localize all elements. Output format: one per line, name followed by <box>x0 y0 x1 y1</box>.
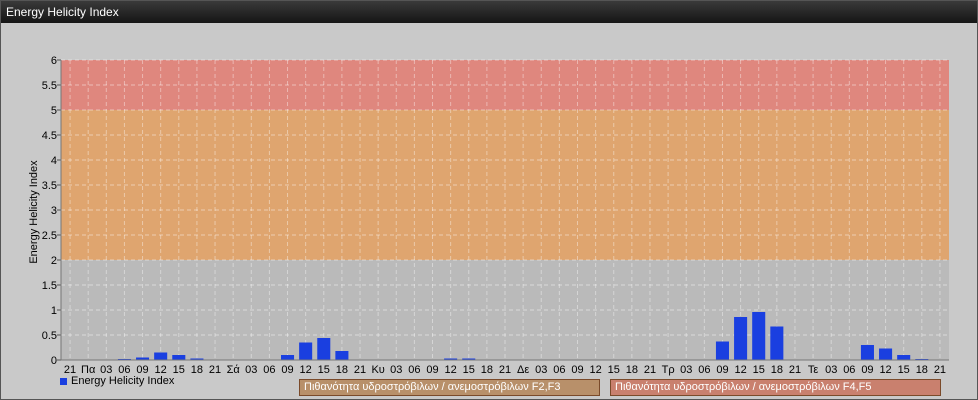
y-tick-label: 1 <box>51 305 57 317</box>
x-tick-label: 03 <box>680 364 692 376</box>
x-tick-label: 03 <box>390 364 402 376</box>
x-tick-label: 21 <box>934 364 946 376</box>
x-tick-label: Σά <box>227 364 241 376</box>
bar <box>317 338 331 360</box>
y-tick-label: 3 <box>51 205 57 217</box>
bar <box>752 312 766 360</box>
x-tick-label: 03 <box>825 364 837 376</box>
x-tick-label: 21 <box>209 364 221 376</box>
x-tick-label: 09 <box>281 364 293 376</box>
x-tick-label: 09 <box>426 364 438 376</box>
x-tick-label: 12 <box>300 364 312 376</box>
x-tick-label: 18 <box>916 364 928 376</box>
legend-label: Energy Helicity Index <box>71 375 175 387</box>
x-tick-label: 15 <box>173 364 185 376</box>
x-tick-label: Κυ <box>371 364 384 376</box>
x-tick-label: 15 <box>608 364 620 376</box>
x-tick-label: 09 <box>571 364 583 376</box>
band-label-f4-f5[interactable]: Πιθανότητα υδροστρόβιλων / ανεμοστρόβιλω… <box>610 379 941 396</box>
x-tick-label: 03 <box>245 364 257 376</box>
x-tick-label: 18 <box>336 364 348 376</box>
x-tick-label: 12 <box>879 364 891 376</box>
x-tick-label: 12 <box>589 364 601 376</box>
x-tick-label: 06 <box>408 364 420 376</box>
x-tick-label: 09 <box>716 364 728 376</box>
x-tick-label: Δε <box>517 364 529 376</box>
x-tick-label: 12 <box>445 364 457 376</box>
y-tick-label: 2.5 <box>42 230 57 242</box>
legend: Energy Helicity Index <box>60 375 174 387</box>
x-tick-label: Τρ <box>662 364 675 376</box>
x-tick-label: 21 <box>789 364 801 376</box>
y-tick-label: 3.5 <box>42 180 57 192</box>
x-tick-label: 06 <box>553 364 565 376</box>
y-tick-label: 4 <box>51 155 57 167</box>
y-tick-label: 5.5 <box>42 80 57 92</box>
x-tick-label: 21 <box>499 364 511 376</box>
bar <box>172 355 186 360</box>
y-tick-label: 0 <box>51 355 57 367</box>
x-tick-label: 15 <box>898 364 910 376</box>
bar <box>335 351 349 360</box>
bar <box>715 341 729 360</box>
y-tick-label: 4.5 <box>42 130 57 142</box>
x-tick-label: 15 <box>753 364 765 376</box>
bar <box>770 326 784 360</box>
y-tick-label: 1.5 <box>42 280 57 292</box>
x-tick-label: 06 <box>698 364 710 376</box>
band-label-f2-f3[interactable]: Πιθανότητα υδροστρόβιλων / ανεμοστρόβιλω… <box>299 379 600 396</box>
y-tick-label: 6 <box>51 55 57 67</box>
x-tick-label: 03 <box>535 364 547 376</box>
x-tick-label: 18 <box>771 364 783 376</box>
x-tick-label: 09 <box>861 364 873 376</box>
bar <box>154 352 168 360</box>
y-axis-label: Energy Helicity Index <box>28 160 40 264</box>
y-tick-label: 2 <box>51 255 57 267</box>
energy-helicity-chart: 00.511.522.533.544.555.5621 Πα 03 06 09 12 15 1… <box>28 55 949 376</box>
bar <box>299 342 313 360</box>
bar <box>734 317 748 360</box>
bar <box>860 345 874 360</box>
x-tick-label: 18 <box>481 364 493 376</box>
y-tick-label: 5 <box>51 105 57 117</box>
x-tick-label: 15 <box>463 364 475 376</box>
x-tick-label: 21 <box>644 364 656 376</box>
x-tick-label: Τε <box>808 364 819 376</box>
legend-swatch <box>60 377 67 385</box>
y-tick-label: 0.5 <box>42 330 57 342</box>
x-tick-label: 06 <box>263 364 275 376</box>
x-tick-label: 15 <box>318 364 330 376</box>
x-tick-label: 18 <box>191 364 203 376</box>
bar <box>879 348 893 360</box>
x-tick-label: 21 <box>354 364 366 376</box>
x-tick-label: 12 <box>734 364 746 376</box>
bar <box>897 355 911 360</box>
bar <box>281 355 295 360</box>
x-tick-label: 06 <box>843 364 855 376</box>
x-tick-label: 18 <box>626 364 638 376</box>
